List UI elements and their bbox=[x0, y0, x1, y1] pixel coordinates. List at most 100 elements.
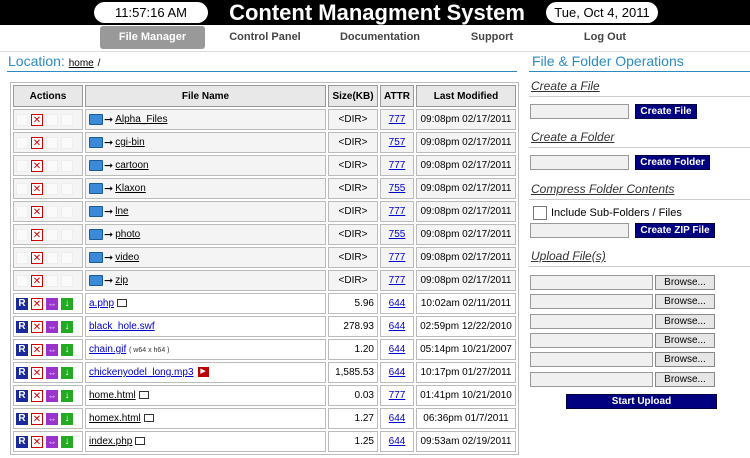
open-new-window-icon[interactable] bbox=[117, 299, 128, 308]
tab-documentation[interactable]: Documentation bbox=[330, 26, 430, 49]
file-link[interactable]: cgi-bin bbox=[115, 137, 144, 148]
upload-file-input-3[interactable] bbox=[530, 314, 653, 329]
file-link[interactable]: zip bbox=[115, 275, 128, 286]
play-icon[interactable]: ▶ bbox=[197, 367, 209, 378]
download-icon[interactable]: ↓ bbox=[61, 343, 73, 356]
attr-link[interactable]: 755 bbox=[389, 229, 406, 240]
file-link[interactable]: Alpha_Files bbox=[115, 114, 167, 125]
browse-button-2[interactable]: Browse... bbox=[655, 294, 715, 309]
move-icon[interactable]: ⇔ bbox=[46, 297, 58, 310]
attr-link[interactable]: 777 bbox=[389, 160, 406, 171]
upload-file-input-6[interactable] bbox=[530, 372, 653, 387]
tab-log-out[interactable]: Log Out bbox=[565, 26, 645, 49]
delete-icon[interactable]: ✕ bbox=[31, 274, 43, 287]
move-icon[interactable]: ⇔ bbox=[46, 320, 58, 333]
attr-link[interactable]: 644 bbox=[389, 413, 406, 424]
delete-icon[interactable]: ✕ bbox=[31, 159, 43, 172]
attr-link[interactable]: 644 bbox=[389, 298, 406, 309]
attr-link[interactable]: 777 bbox=[389, 275, 406, 286]
attr-link[interactable]: 757 bbox=[389, 137, 406, 148]
upload-file-input-5[interactable] bbox=[530, 352, 653, 367]
file-link[interactable]: Klaxon bbox=[115, 183, 146, 194]
delete-icon[interactable]: ✕ bbox=[31, 251, 43, 264]
attr-link[interactable]: 777 bbox=[389, 206, 406, 217]
delete-icon[interactable]: ✕ bbox=[31, 228, 43, 241]
download-icon[interactable]: ↓ bbox=[61, 412, 73, 425]
rename-icon[interactable]: R bbox=[16, 366, 28, 379]
open-new-window-icon[interactable] bbox=[135, 437, 146, 446]
zip-name-input[interactable] bbox=[530, 223, 629, 238]
open-new-window-icon[interactable] bbox=[143, 414, 154, 423]
delete-icon[interactable]: ✕ bbox=[31, 435, 43, 448]
file-link[interactable]: a.php bbox=[89, 298, 114, 309]
file-link[interactable]: homex.html bbox=[89, 413, 141, 424]
file-link[interactable]: lne bbox=[115, 206, 128, 217]
create-zip-button[interactable]: Create ZIP File bbox=[635, 223, 715, 238]
download-icon[interactable]: ↓ bbox=[61, 435, 73, 448]
browse-button-1[interactable]: Browse... bbox=[655, 275, 715, 290]
breadcrumb-home-link[interactable]: home bbox=[69, 58, 94, 69]
rename-icon[interactable]: R bbox=[16, 320, 28, 333]
move-icon[interactable]: ⇔ bbox=[46, 389, 58, 402]
browse-button-4[interactable]: Browse... bbox=[655, 333, 715, 348]
attr-link[interactable]: 777 bbox=[389, 252, 406, 263]
row-actions: ✕ bbox=[13, 224, 83, 245]
delete-icon[interactable]: ✕ bbox=[31, 205, 43, 218]
start-upload-button[interactable]: Start Upload bbox=[566, 394, 717, 409]
file-link[interactable]: index.php bbox=[89, 436, 132, 447]
upload-file-input-4[interactable] bbox=[530, 333, 653, 348]
create-file-button[interactable]: Create File bbox=[635, 104, 697, 119]
browse-button-6[interactable]: Browse... bbox=[655, 372, 715, 387]
download-icon[interactable]: ↓ bbox=[61, 366, 73, 379]
attr-link[interactable]: 755 bbox=[389, 183, 406, 194]
file-link[interactable]: black_hole.swf bbox=[89, 321, 155, 332]
attr-link[interactable]: 644 bbox=[389, 344, 406, 355]
create-folder-input[interactable] bbox=[530, 155, 629, 170]
file-link[interactable]: cartoon bbox=[115, 160, 148, 171]
move-icon[interactable]: ⇔ bbox=[46, 343, 58, 356]
delete-icon[interactable]: ✕ bbox=[31, 412, 43, 425]
tab-control-panel[interactable]: Control Panel bbox=[215, 26, 315, 49]
attr-link[interactable]: 644 bbox=[389, 321, 406, 332]
file-link[interactable]: photo bbox=[115, 229, 140, 240]
move-icon[interactable]: ⇔ bbox=[46, 412, 58, 425]
tab-support[interactable]: Support bbox=[452, 26, 532, 49]
rename-icon[interactable]: R bbox=[16, 389, 28, 402]
open-new-window-icon[interactable] bbox=[138, 391, 149, 400]
date-display: Tue, Oct 4, 2011 bbox=[546, 2, 658, 23]
include-subfolders-checkbox[interactable] bbox=[533, 206, 547, 220]
download-icon[interactable]: ↓ bbox=[61, 320, 73, 333]
file-table-container: Actions File Name Size(KB) ATTR Last Mod… bbox=[10, 82, 519, 455]
file-link[interactable]: chickenyodel_long.mp3 bbox=[89, 367, 194, 378]
rename-icon[interactable]: R bbox=[16, 435, 28, 448]
delete-icon[interactable]: ✕ bbox=[31, 343, 43, 356]
rename-icon[interactable]: R bbox=[16, 343, 28, 356]
file-link[interactable]: home.html bbox=[89, 390, 136, 401]
attr-link[interactable]: 777 bbox=[389, 390, 406, 401]
delete-icon[interactable]: ✕ bbox=[31, 136, 43, 149]
download-icon[interactable]: ↓ bbox=[61, 389, 73, 402]
create-folder-button[interactable]: Create Folder bbox=[635, 155, 710, 170]
create-file-input[interactable] bbox=[530, 104, 629, 119]
browse-button-3[interactable]: Browse... bbox=[655, 314, 715, 329]
delete-icon[interactable]: ✕ bbox=[31, 182, 43, 195]
move-icon[interactable]: ⇔ bbox=[46, 435, 58, 448]
upload-file-input-1[interactable] bbox=[530, 275, 653, 290]
delete-icon[interactable]: ✕ bbox=[31, 366, 43, 379]
attr-link[interactable]: 644 bbox=[389, 367, 406, 378]
attr-link[interactable]: 644 bbox=[389, 436, 406, 447]
tab-file-manager[interactable]: File Manager bbox=[100, 26, 205, 49]
delete-icon[interactable]: ✕ bbox=[31, 297, 43, 310]
browse-button-5[interactable]: Browse... bbox=[655, 352, 715, 367]
file-link[interactable]: chain.gif bbox=[89, 344, 126, 355]
file-link[interactable]: video bbox=[115, 252, 139, 263]
upload-file-input-2[interactable] bbox=[530, 294, 653, 309]
rename-icon[interactable]: R bbox=[16, 412, 28, 425]
move-icon[interactable]: ⇔ bbox=[46, 366, 58, 379]
attr-link[interactable]: 777 bbox=[389, 114, 406, 125]
delete-icon[interactable]: ✕ bbox=[31, 113, 43, 126]
download-icon[interactable]: ↓ bbox=[61, 297, 73, 310]
delete-icon[interactable]: ✕ bbox=[31, 389, 43, 402]
delete-icon[interactable]: ✕ bbox=[31, 320, 43, 333]
rename-icon[interactable]: R bbox=[16, 297, 28, 310]
